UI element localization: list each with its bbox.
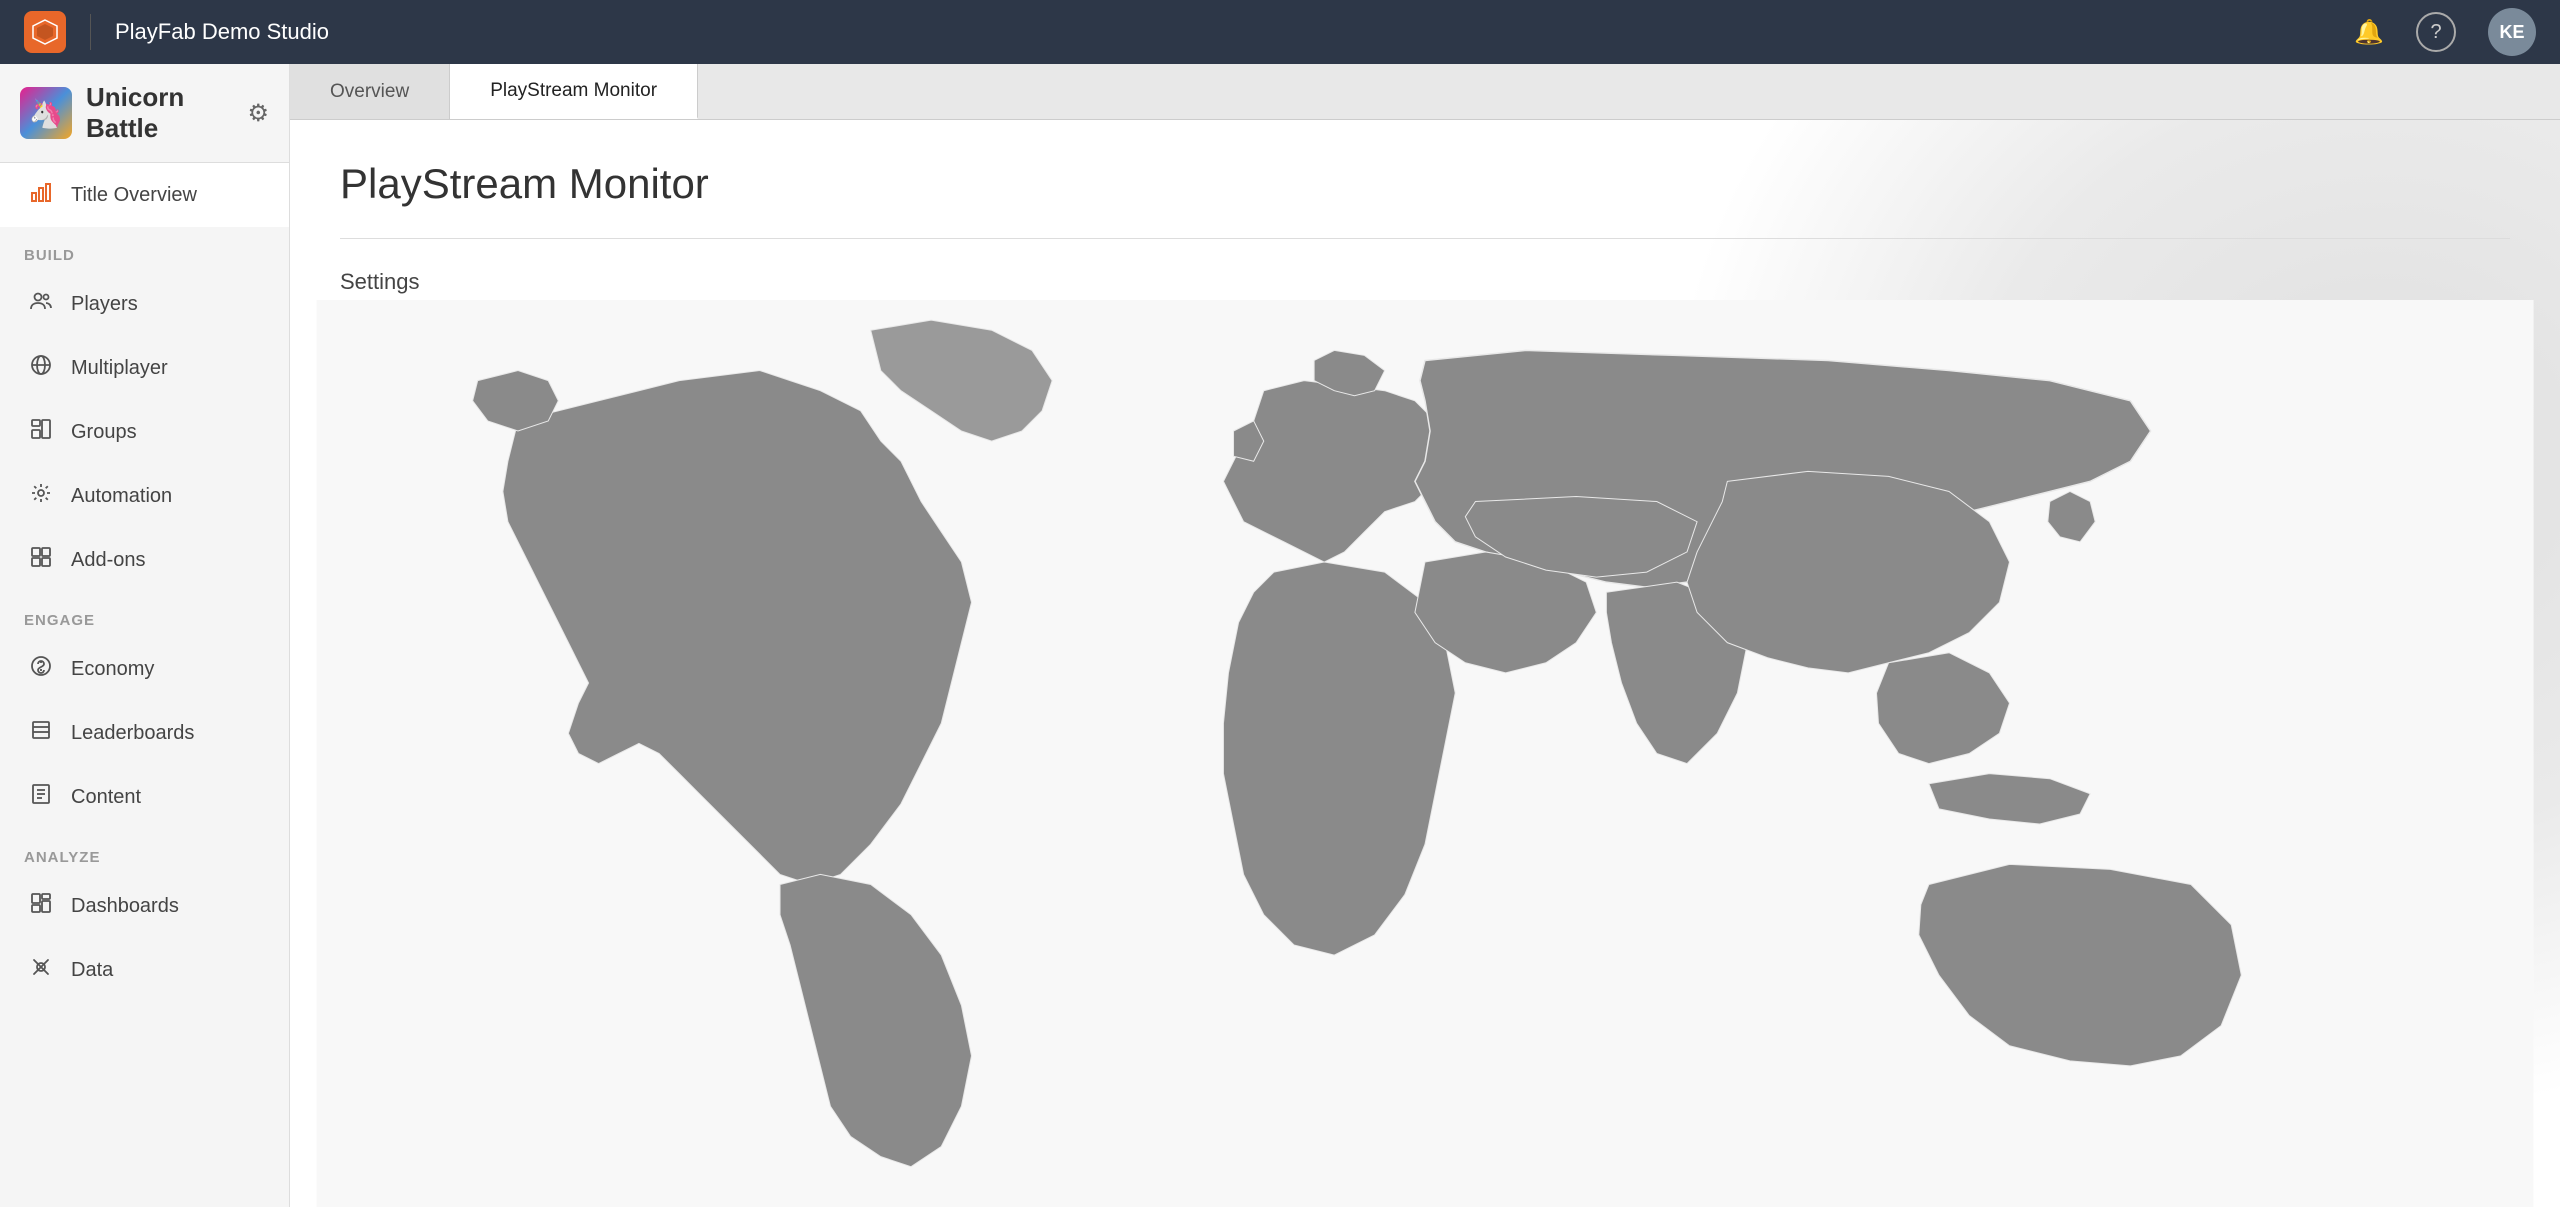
main-layout: 🦄 Unicorn Battle ⚙ Title Overview BUILD <box>0 64 2560 1207</box>
settings-label: Settings <box>340 269 2510 295</box>
sidebar-item-data[interactable]: Data <box>0 938 289 1002</box>
main-content: Overview PlayStream Monitor PlayStream M… <box>290 64 2560 1207</box>
economy-icon <box>27 655 55 683</box>
section-engage: ENGAGE <box>0 592 289 637</box>
settings-icon[interactable]: ⚙ <box>247 99 269 128</box>
sidebar-item-label: Economy <box>71 658 154 681</box>
sidebar-item-leaderboards[interactable]: Leaderboards <box>0 701 289 765</box>
section-build: BUILD <box>0 227 289 272</box>
players-icon <box>27 290 55 318</box>
sidebar: 🦄 Unicorn Battle ⚙ Title Overview BUILD <box>0 64 290 1207</box>
sidebar-item-label: Groups <box>71 421 137 444</box>
sidebar-item-label: Multiplayer <box>71 357 168 380</box>
sidebar-item-label: Title Overview <box>71 184 197 207</box>
help-button[interactable]: ? <box>2416 12 2456 52</box>
section-analyze: ANALYZE <box>0 829 289 874</box>
sidebar-item-label: Data <box>71 959 113 982</box>
nav-icons: 🔔 ? KE <box>2354 8 2536 56</box>
world-map <box>290 300 2560 1207</box>
sidebar-item-title-overview[interactable]: Title Overview <box>0 163 289 227</box>
notifications-button[interactable]: 🔔 <box>2354 18 2384 47</box>
sidebar-item-economy[interactable]: Economy <box>0 637 289 701</box>
sidebar-item-label: Automation <box>71 485 172 508</box>
sidebar-item-label: Leaderboards <box>71 722 194 745</box>
sidebar-item-dashboards[interactable]: Dashboards <box>0 874 289 938</box>
automation-icon <box>27 482 55 510</box>
game-icon: 🦄 <box>20 87 72 139</box>
nav-divider <box>90 14 91 50</box>
divider <box>340 238 2510 239</box>
content-area: PlayStream Monitor Settings + − <box>290 120 2560 1207</box>
sidebar-item-label: Dashboards <box>71 895 179 918</box>
multiplayer-icon <box>27 354 55 382</box>
sidebar-item-content[interactable]: Content <box>0 765 289 829</box>
help-icon: ? <box>2430 21 2441 44</box>
sidebar-item-automation[interactable]: Automation <box>0 464 289 528</box>
tab-overview[interactable]: Overview <box>290 64 450 119</box>
top-nav: PlayFab Demo Studio 🔔 ? KE <box>0 0 2560 64</box>
game-title: Unicorn Battle <box>86 82 233 144</box>
bell-icon: 🔔 <box>2354 18 2384 47</box>
groups-icon <box>27 418 55 446</box>
page-title: PlayStream Monitor <box>340 160 2510 208</box>
sidebar-item-groups[interactable]: Groups <box>0 400 289 464</box>
app-logo <box>24 11 66 53</box>
nav-title: PlayFab Demo Studio <box>115 19 2338 45</box>
sidebar-item-addons[interactable]: Add-ons <box>0 528 289 592</box>
sidebar-item-label: Add-ons <box>71 549 146 572</box>
tabs: Overview PlayStream Monitor <box>290 64 2560 120</box>
sidebar-item-label: Content <box>71 786 141 809</box>
dashboards-icon <box>27 892 55 920</box>
map-container <box>290 300 2560 1207</box>
sidebar-header: 🦄 Unicorn Battle ⚙ <box>0 64 289 163</box>
sidebar-item-players[interactable]: Players <box>0 272 289 336</box>
user-avatar[interactable]: KE <box>2488 8 2536 56</box>
tab-playstream-monitor[interactable]: PlayStream Monitor <box>450 64 698 119</box>
sidebar-item-label: Players <box>71 293 138 316</box>
sidebar-item-multiplayer[interactable]: Multiplayer <box>0 336 289 400</box>
content-icon <box>27 783 55 811</box>
data-icon <box>27 956 55 984</box>
leaderboards-icon <box>27 719 55 747</box>
addons-icon <box>27 546 55 574</box>
chart-icon <box>27 181 55 209</box>
